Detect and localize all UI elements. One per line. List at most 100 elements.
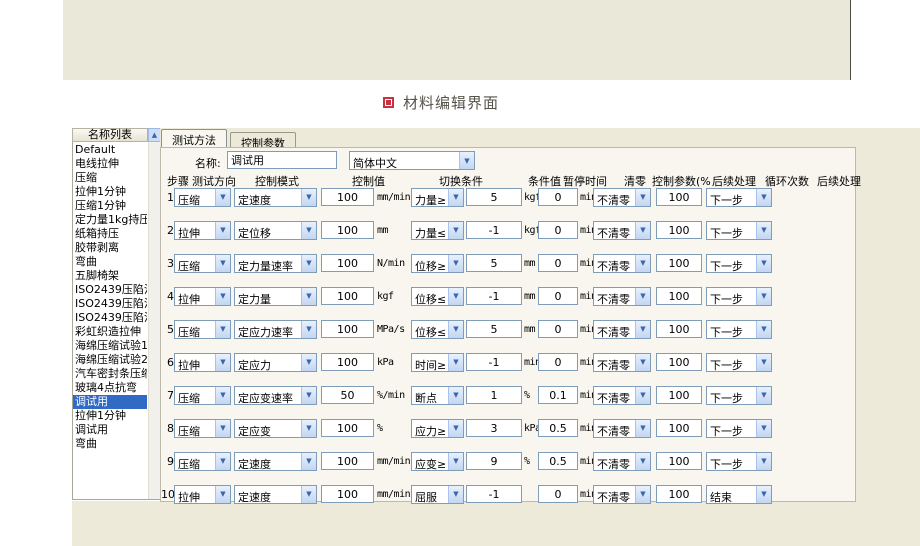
list-item[interactable]: 压缩 [73,171,147,185]
control-value-input[interactable] [321,485,374,503]
direction-select[interactable]: 拉伸 ▼ [174,221,231,240]
control-param-input[interactable] [656,485,702,503]
list-item[interactable]: 彩虹织造拉伸 [73,325,147,339]
control-value-input[interactable] [321,386,374,404]
tab-control-params[interactable]: 控制参数 [230,132,296,147]
pause-time-input[interactable] [538,188,578,206]
list-item[interactable]: Default [73,143,147,157]
direction-select[interactable]: 拉伸 ▼ [174,287,231,306]
method-name-input[interactable] [227,151,337,169]
clear-select[interactable]: 不清零 ▼ [593,221,651,240]
list-item[interactable]: 电线拉伸 [73,157,147,171]
list-item[interactable]: 海绵压缩试验1 [73,339,147,353]
list-item[interactable]: 海绵压缩试验2 [73,353,147,367]
clear-select[interactable]: 不清零 ▼ [593,254,651,273]
control-value-input[interactable] [321,254,374,272]
list-item[interactable]: 汽车密封条压缩 [73,367,147,381]
control-param-input[interactable] [656,320,702,338]
condition-value-input[interactable] [466,188,522,206]
list-item[interactable]: 胶带剥离 [73,241,147,255]
clear-select[interactable]: 不清零 ▼ [593,419,651,438]
list-item[interactable]: 压缩1分钟 [73,199,147,213]
switch-condition-select[interactable]: 屈服 ▼ [411,485,464,504]
clear-select[interactable]: 不清零 ▼ [593,452,651,471]
direction-select[interactable]: 压缩 ▼ [174,452,231,471]
control-mode-select[interactable]: 定应变速率 ▼ [234,386,317,405]
pause-time-input[interactable] [538,452,578,470]
pause-time-input[interactable] [538,419,578,437]
control-param-input[interactable] [656,386,702,404]
next-step-select[interactable]: 下一步 ▼ [706,188,772,207]
next-step-select[interactable]: 下一步 ▼ [706,353,772,372]
tab-test-method[interactable]: 测试方法 [161,129,227,147]
control-param-input[interactable] [656,452,702,470]
switch-condition-select[interactable]: 力量≥ ▼ [411,188,464,207]
control-param-input[interactable] [656,419,702,437]
control-mode-select[interactable]: 定应力 ▼ [234,353,317,372]
control-value-input[interactable] [321,353,374,371]
condition-value-input[interactable] [466,419,522,437]
control-value-input[interactable] [321,188,374,206]
condition-value-input[interactable] [466,452,522,470]
control-value-input[interactable] [321,320,374,338]
clear-select[interactable]: 不清零 ▼ [593,287,651,306]
condition-value-input[interactable] [466,287,522,305]
control-param-input[interactable] [656,287,702,305]
direction-select[interactable]: 拉伸 ▼ [174,353,231,372]
control-mode-select[interactable]: 定力量速率 ▼ [234,254,317,273]
list-item[interactable]: 拉伸1分钟 [73,409,147,423]
switch-condition-select[interactable]: 应力≥ ▼ [411,419,464,438]
next-step-select[interactable]: 下一步 ▼ [706,221,772,240]
pause-time-input[interactable] [538,287,578,305]
pause-time-input[interactable] [538,353,578,371]
direction-select[interactable]: 压缩 ▼ [174,254,231,273]
pause-time-input[interactable] [538,320,578,338]
direction-select[interactable]: 拉伸 ▼ [174,485,231,504]
list-item[interactable]: 弯曲 [73,255,147,269]
condition-value-input[interactable] [466,254,522,272]
switch-condition-select[interactable]: 应变≥ ▼ [411,452,464,471]
switch-condition-select[interactable]: 时间≥ ▼ [411,353,464,372]
pause-time-input[interactable] [538,221,578,239]
next-step-select[interactable]: 下一步 ▼ [706,386,772,405]
list-item[interactable]: 调试用 [73,395,147,409]
control-mode-select[interactable]: 定应力速率 ▼ [234,320,317,339]
switch-condition-select[interactable]: 断点 ▼ [411,386,464,405]
next-step-select[interactable]: 下一步 ▼ [706,320,772,339]
condition-value-input[interactable] [466,386,522,404]
next-step-select[interactable]: 下一步 ▼ [706,452,772,471]
condition-value-input[interactable] [466,221,522,239]
control-value-input[interactable] [321,287,374,305]
direction-select[interactable]: 压缩 ▼ [174,188,231,207]
list-item[interactable]: 纸箱持压 [73,227,147,241]
control-param-input[interactable] [656,188,702,206]
switch-condition-select[interactable]: 力量≤ ▼ [411,221,464,240]
control-mode-select[interactable]: 定速度 ▼ [234,452,317,471]
next-step-select[interactable]: 结束 ▼ [706,485,772,504]
list-item[interactable]: 弯曲 [73,437,147,451]
switch-condition-select[interactable]: 位移≥ ▼ [411,254,464,273]
clear-select[interactable]: 不清零 ▼ [593,386,651,405]
control-value-input[interactable] [321,452,374,470]
pause-time-input[interactable] [538,485,578,503]
list-item[interactable]: 定力量1kg持压 [73,213,147,227]
switch-condition-select[interactable]: 位移≤ ▼ [411,287,464,306]
list-item[interactable]: ISO2439压陷法 [73,311,147,325]
list-item[interactable]: 调试用 [73,423,147,437]
list-item[interactable]: 拉伸1分钟 [73,185,147,199]
control-mode-select[interactable]: 定速度 ▼ [234,485,317,504]
direction-select[interactable]: 压缩 ▼ [174,320,231,339]
list-item[interactable]: 玻璃4点抗弯 [73,381,147,395]
pause-time-input[interactable] [538,386,578,404]
list-item[interactable]: ISO2439压陷法 [73,297,147,311]
next-step-select[interactable]: 下一步 ▼ [706,419,772,438]
clear-select[interactable]: 不清零 ▼ [593,320,651,339]
list-item[interactable]: 五脚椅架 [73,269,147,283]
clear-select[interactable]: 不清零 ▼ [593,485,651,504]
clear-select[interactable]: 不清零 ▼ [593,188,651,207]
control-mode-select[interactable]: 定速度 ▼ [234,188,317,207]
condition-value-input[interactable] [466,320,522,338]
control-mode-select[interactable]: 定位移 ▼ [234,221,317,240]
control-mode-select[interactable]: 定应变 ▼ [234,419,317,438]
control-param-input[interactable] [656,221,702,239]
